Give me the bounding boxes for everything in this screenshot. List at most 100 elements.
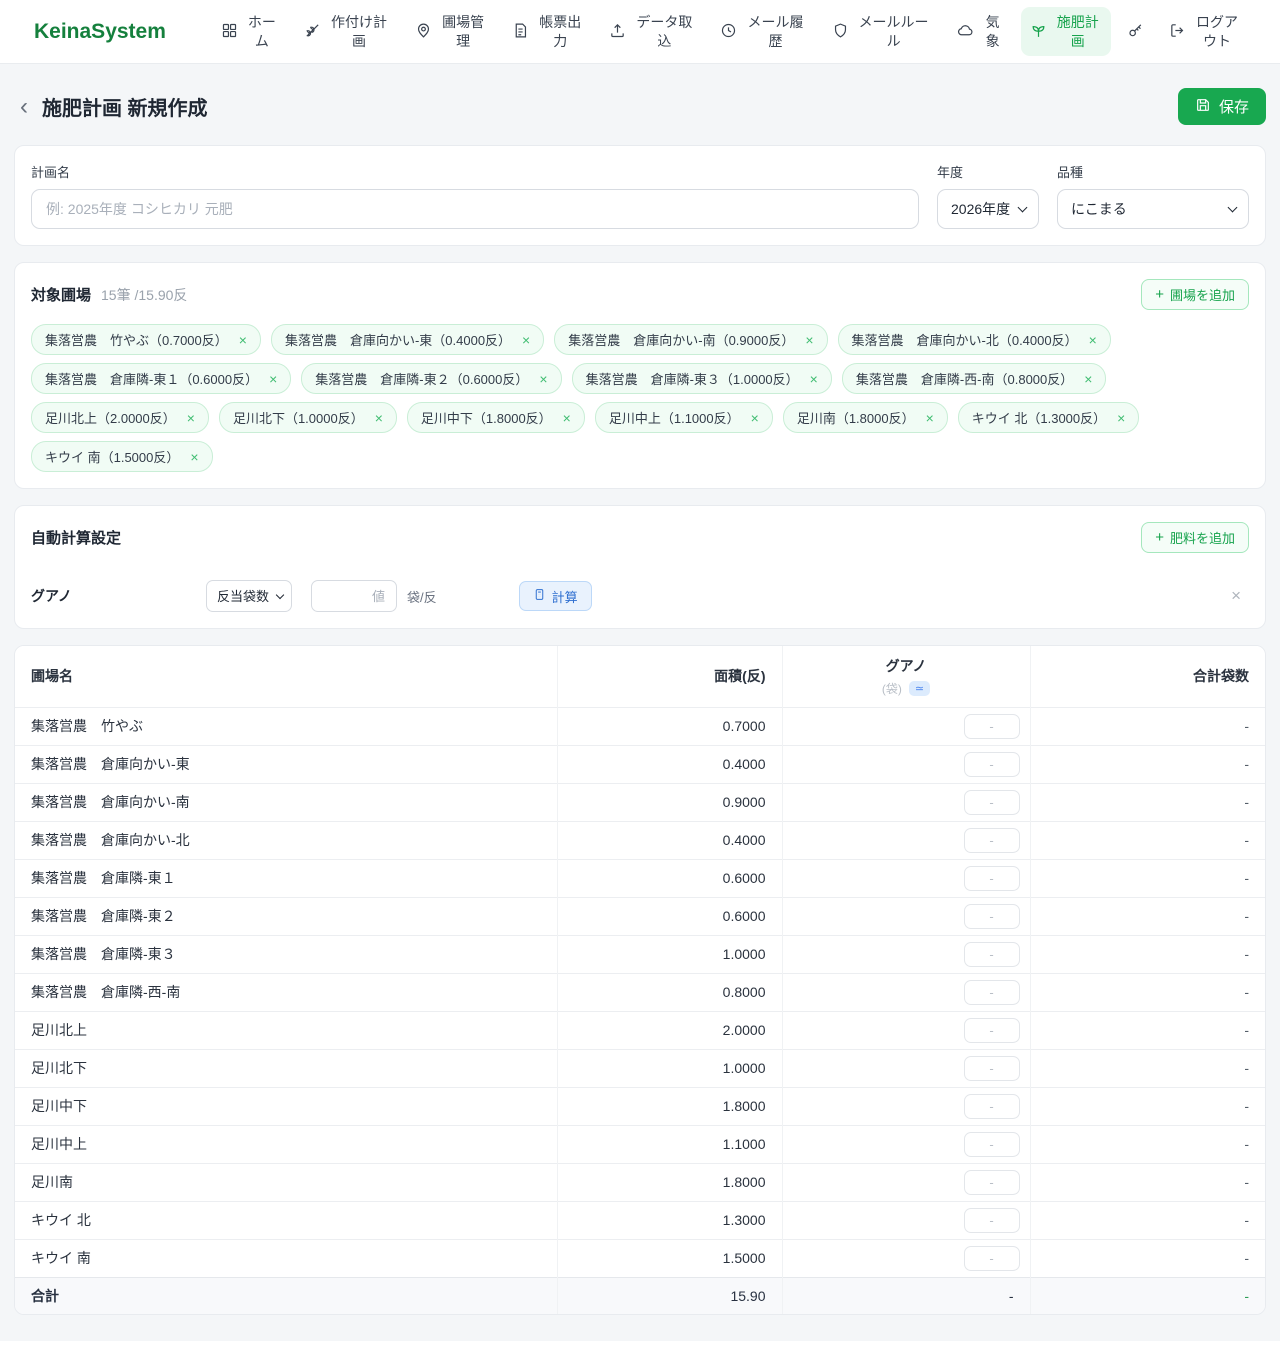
field-chip-label: 集落営農 倉庫隣-西-南（0.8000反） [856, 369, 1073, 388]
area-cell: 2.0000 [557, 1011, 782, 1049]
calc-mode-select[interactable]: 反当袋数 [206, 580, 292, 612]
table-row: 足川北下1.0000- [15, 1049, 1265, 1087]
remove-chip-icon[interactable]: × [810, 371, 818, 387]
calculate-button[interactable]: 計算 [519, 581, 592, 611]
nav-items: ホーム 作付け計画 圃場管理 帳票出力 データ取込 メール履歴 メールルール [212, 7, 1250, 57]
total-bags-cell: - [1030, 707, 1265, 745]
area-cell: 0.4000 [557, 821, 782, 859]
plus-icon: + [1155, 286, 1164, 303]
guano-input[interactable] [964, 1246, 1020, 1271]
remove-chip-icon[interactable]: × [805, 332, 813, 348]
nav-label-home: ホーム [245, 13, 279, 51]
field-chip: 足川中上（1.1000反）× [595, 402, 773, 433]
add-fertilizer-button[interactable]: + 肥料を追加 [1141, 522, 1249, 553]
plan-name-label: 計画名 [31, 162, 919, 181]
remove-chip-icon[interactable]: × [269, 371, 277, 387]
document-icon [512, 22, 529, 42]
nav-item-planting-plan[interactable]: 作付け計画 [295, 7, 399, 57]
guano-input[interactable] [964, 828, 1020, 853]
plan-name-input[interactable] [31, 189, 919, 229]
field-chip: 集落営農 倉庫向かい-北（0.4000反）× [838, 324, 1111, 355]
guano-input[interactable] [964, 790, 1020, 815]
table-row: 集落営農 倉庫向かい-南0.9000- [15, 783, 1265, 821]
add-fertilizer-label: 肥料を追加 [1170, 528, 1235, 547]
area-cell: 0.8000 [557, 973, 782, 1011]
year-select[interactable]: 2026年度 [937, 189, 1039, 229]
remove-chip-icon[interactable]: × [1084, 371, 1092, 387]
table-row: キウイ 南1.5000- [15, 1239, 1265, 1277]
field-chip-label: 足川北上（2.0000反） [45, 408, 176, 427]
remove-chip-icon[interactable]: × [1089, 332, 1097, 348]
table-header-row: 圃場名 面積(反) グアノ (袋) ≃ 合計袋数 [15, 646, 1265, 707]
auto-calc-title: 自動計算設定 [31, 527, 121, 548]
nav-label-logout: ログアウト [1193, 13, 1241, 51]
footer-guano-total: - [782, 1277, 1030, 1314]
area-cell: 0.6000 [557, 897, 782, 935]
approx-badge[interactable]: ≃ [909, 681, 930, 696]
remove-chip-icon[interactable]: × [239, 332, 247, 348]
back-chevron-icon[interactable]: ‹ [20, 95, 28, 119]
nav-item-fertilization-plan[interactable]: 施肥計画 [1021, 7, 1111, 57]
remove-chip-icon[interactable]: × [1117, 410, 1125, 426]
add-field-button[interactable]: + 圃場を追加 [1141, 279, 1249, 310]
field-chip-label: 集落営農 倉庫向かい-南（0.9000反） [568, 330, 794, 349]
guano-input[interactable] [964, 714, 1020, 739]
guano-input[interactable] [964, 1056, 1020, 1081]
remove-chip-icon[interactable]: × [375, 410, 383, 426]
nav-item-logout[interactable]: ログアウト [1160, 7, 1250, 57]
guano-input[interactable] [964, 1208, 1020, 1233]
nav-item-home[interactable]: ホーム [212, 7, 288, 57]
calc-value-input[interactable] [311, 580, 397, 612]
brand-logo[interactable]: KeinaSystem [34, 20, 166, 44]
col-header-guano: グアノ (袋) ≃ [782, 646, 1030, 707]
variety-select[interactable]: にこまる [1057, 189, 1249, 229]
field-chip: 足川南（1.8000反）× [783, 402, 948, 433]
remove-fertilizer-icon[interactable]: × [1231, 586, 1241, 606]
field-name-cell: 集落営農 倉庫隣-東２ [15, 897, 557, 935]
col-header-area: 面積(反) [557, 646, 782, 707]
remove-chip-icon[interactable]: × [187, 410, 195, 426]
table-row: 集落営農 倉庫隣-東３1.0000- [15, 935, 1265, 973]
nav-label-data-import: データ取込 [633, 13, 695, 51]
guano-input[interactable] [964, 1018, 1020, 1043]
nav-label-report-output: 帳票出力 [536, 13, 584, 51]
save-button[interactable]: 保存 [1178, 88, 1266, 125]
page-title: 施肥計画 新規作成 [42, 92, 208, 121]
field-chip-label: 集落営農 倉庫隣-東１（0.6000反） [45, 369, 258, 388]
field-name-cell: 足川北上 [15, 1011, 557, 1049]
nav-item-data-import[interactable]: データ取込 [600, 7, 704, 57]
guano-input[interactable] [964, 1170, 1020, 1195]
nav-label-field-management: 圃場管理 [439, 13, 487, 51]
remove-chip-icon[interactable]: × [190, 449, 198, 465]
remove-chip-icon[interactable]: × [751, 410, 759, 426]
guano-input[interactable] [964, 1094, 1020, 1119]
guano-input[interactable] [964, 942, 1020, 967]
guano-input[interactable] [964, 904, 1020, 929]
add-field-label: 圃場を追加 [1170, 285, 1235, 304]
guano-input[interactable] [964, 980, 1020, 1005]
remove-chip-icon[interactable]: × [522, 332, 530, 348]
guano-header-label: グアノ [799, 656, 1014, 676]
guano-input[interactable] [964, 1132, 1020, 1157]
field-chip: 集落営農 倉庫隣-東２（0.6000反）× [301, 363, 561, 394]
area-cell: 1.8000 [557, 1163, 782, 1201]
field-name-cell: 足川中上 [15, 1125, 557, 1163]
remove-chip-icon[interactable]: × [563, 410, 571, 426]
auto-calc-card: 自動計算設定 + 肥料を追加 グアノ 反当袋数 袋/反 計算 × [14, 505, 1266, 629]
remove-chip-icon[interactable]: × [926, 410, 934, 426]
total-bags-cell: - [1030, 859, 1265, 897]
save-floppy-icon [1195, 97, 1211, 117]
nav-item-report-output[interactable]: 帳票出力 [503, 7, 593, 57]
field-chip: 足川北下（1.0000反）× [219, 402, 397, 433]
field-name-cell: キウイ 北 [15, 1201, 557, 1239]
nav-item-field-management[interactable]: 圃場管理 [406, 7, 496, 57]
guano-input[interactable] [964, 866, 1020, 891]
nav-item-mail-rules[interactable]: メールルール [823, 7, 941, 57]
remove-chip-icon[interactable]: × [539, 371, 547, 387]
nav-item-password[interactable] [1118, 16, 1153, 48]
guano-input[interactable] [964, 752, 1020, 777]
total-bags-cell: - [1030, 1163, 1265, 1201]
nav-item-mail-history[interactable]: メール履歴 [711, 7, 815, 57]
nav-item-weather[interactable]: 気象 [948, 7, 1014, 57]
table-row: 足川中下1.8000- [15, 1087, 1265, 1125]
